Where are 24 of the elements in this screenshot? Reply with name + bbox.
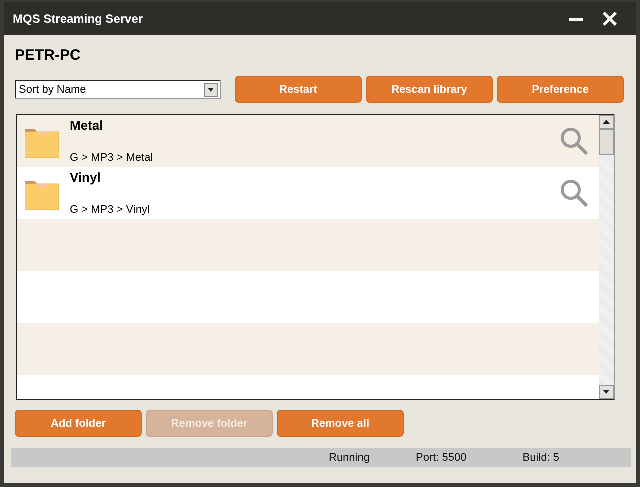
toolbar-button[interactable]: Rescan library [366,76,493,103]
folder-name: Metal [70,118,104,133]
action-button[interactable]: Add folder [15,410,142,437]
build-label: Build: 5 [522,452,560,464]
computer-name: PETR-PC [15,47,82,66]
folder-row[interactable]: Metal G > MP3 > Metal [17,115,599,167]
action-button[interactable]: Remove all [277,410,404,437]
search-icon[interactable] [560,179,588,207]
sort-dropdown[interactable]: Sort by Name [15,80,221,99]
toolbar-button[interactable]: Preference [497,76,624,103]
scrollbar[interactable] [599,115,614,399]
server-status: Running [329,452,370,464]
port-label: Port: 5500 [416,452,467,464]
folder-icon [25,180,59,210]
folder-path: G > MP3 > Metal [70,152,154,164]
scroll-down-icon[interactable] [599,385,614,399]
window-title: MQS Streaming Server [13,12,144,26]
folder-path: G > MP3 > Vinyl [70,204,150,216]
scroll-up-icon[interactable] [599,115,614,129]
folder-name: Vinyl [70,170,102,185]
toolbar-button[interactable]: Restart [235,76,362,103]
scroll-thumb[interactable] [599,129,614,155]
folder-icon [25,128,59,158]
close-icon[interactable] [602,10,618,26]
